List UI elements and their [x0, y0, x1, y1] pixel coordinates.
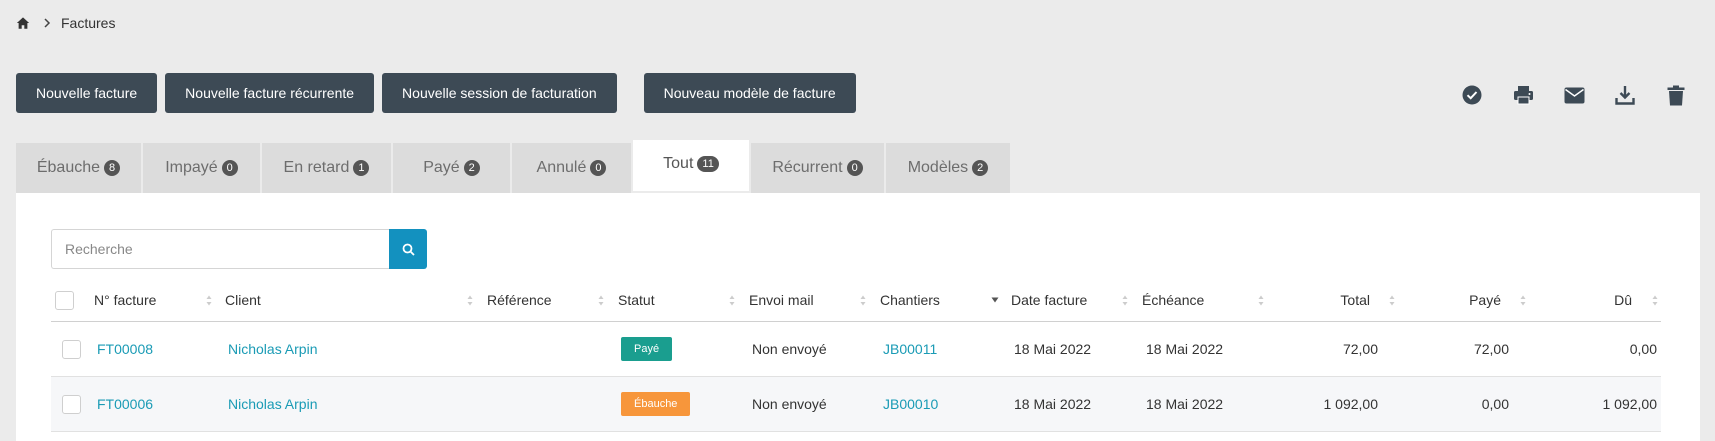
- mail-icon[interactable]: [1563, 84, 1585, 106]
- count-badge: 0: [846, 160, 863, 176]
- count-badge: 1: [353, 160, 370, 176]
- sort-icon[interactable]: [729, 279, 735, 321]
- client-link[interactable]: Nicholas Arpin: [228, 322, 318, 376]
- table-row[interactable]: FT00006 Nicholas Arpin Ébauche Non envoy…: [51, 377, 1661, 432]
- invoice-date-cell: 18 Mai 2022: [1014, 341, 1092, 357]
- new-recurring-invoice-button[interactable]: Nouvelle facture récurrente: [165, 73, 375, 113]
- count-badge: 2: [972, 160, 989, 176]
- count-badge: 8: [104, 160, 121, 176]
- tab-paid[interactable]: Payé 2: [393, 143, 510, 193]
- sort-icon[interactable]: [1389, 279, 1395, 321]
- table-header: N° facture Client Référence Statut Envoi…: [51, 279, 1661, 322]
- sort-icon[interactable]: [1520, 279, 1526, 321]
- search-icon: [402, 243, 415, 256]
- search-bar: [51, 229, 427, 269]
- tab-templates[interactable]: Modèles 2: [886, 143, 1010, 193]
- toolbar: Nouvelle facture Nouvelle facture récurr…: [16, 73, 864, 113]
- col-client[interactable]: Client: [225, 279, 261, 321]
- new-billing-session-button[interactable]: Nouvelle session de facturation: [382, 73, 617, 113]
- tab-draft[interactable]: Ébauche 8: [16, 143, 141, 193]
- sort-icon[interactable]: [467, 279, 473, 321]
- sort-icon[interactable]: [1652, 279, 1658, 321]
- total-cell: 72,00: [1342, 341, 1378, 357]
- status-badge: Ébauche: [621, 392, 691, 416]
- due-cell: 0,00: [1629, 341, 1657, 357]
- invoice-date-cell: 18 Mai 2022: [1014, 396, 1092, 412]
- tab-recurring[interactable]: Récurrent 0: [751, 143, 884, 193]
- sort-icon[interactable]: [206, 279, 212, 321]
- col-mail[interactable]: Envoi mail: [749, 279, 814, 321]
- status-tabs: Ébauche 8 Impayé 0 En retard 1 Payé 2 Annulé…: [16, 140, 1012, 193]
- paid-cell: 0,00: [1481, 396, 1509, 412]
- col-number[interactable]: N° facture: [94, 279, 156, 321]
- invoice-number-link[interactable]: FT00006: [97, 377, 153, 431]
- home-icon[interactable]: [16, 16, 30, 30]
- invoices-panel: N° facture Client Référence Statut Envoi…: [16, 193, 1700, 441]
- tab-all[interactable]: Tout 11: [633, 140, 749, 191]
- bulk-actions: [1432, 84, 1687, 106]
- sort-icon[interactable]: [1258, 279, 1264, 321]
- sort-icon[interactable]: [860, 279, 866, 321]
- col-total[interactable]: Total: [1271, 279, 1370, 321]
- mail-status-cell: Non envoyé: [752, 341, 827, 357]
- due-date-cell: 18 Mai 2022: [1146, 396, 1224, 412]
- col-paid[interactable]: Payé: [1401, 279, 1501, 321]
- tab-unpaid[interactable]: Impayé 0: [143, 143, 260, 193]
- total-cell: 1 092,00: [1323, 396, 1379, 412]
- tab-late[interactable]: En retard 1: [262, 143, 391, 193]
- new-invoice-button[interactable]: Nouvelle facture: [16, 73, 158, 113]
- due-cell: 1 092,00: [1602, 396, 1658, 412]
- paid-cell: 72,00: [1473, 341, 1509, 357]
- row-checkbox[interactable]: [62, 339, 81, 359]
- count-badge: 2: [463, 160, 480, 176]
- trash-icon[interactable]: [1665, 84, 1687, 106]
- sort-desc-icon[interactable]: [991, 279, 999, 321]
- col-reference[interactable]: Référence: [487, 279, 552, 321]
- client-link[interactable]: Nicholas Arpin: [228, 377, 318, 431]
- sort-icon[interactable]: [1122, 279, 1128, 321]
- print-icon[interactable]: [1512, 84, 1534, 106]
- invoices-table: N° facture Client Référence Statut Envoi…: [51, 279, 1661, 432]
- search-input[interactable]: [51, 229, 389, 269]
- count-badge: 11: [697, 156, 719, 172]
- col-date[interactable]: Date facture: [1011, 279, 1087, 321]
- col-status[interactable]: Statut: [618, 279, 655, 321]
- search-button[interactable]: [389, 229, 427, 269]
- check-circle-icon[interactable]: [1461, 84, 1483, 106]
- site-link[interactable]: JB00011: [883, 322, 937, 376]
- due-date-cell: 18 Mai 2022: [1146, 341, 1224, 357]
- col-due-date[interactable]: Échéance: [1142, 279, 1204, 321]
- select-all-checkbox[interactable]: [55, 290, 74, 310]
- site-link[interactable]: JB00010: [883, 377, 938, 431]
- new-invoice-template-button[interactable]: Nouveau modèle de facture: [643, 73, 856, 113]
- sort-icon[interactable]: [598, 279, 604, 321]
- breadcrumb: Factures: [16, 14, 115, 32]
- chevron-right-icon: [44, 16, 51, 31]
- mail-status-cell: Non envoyé: [752, 396, 827, 412]
- download-icon[interactable]: [1614, 84, 1636, 106]
- col-sites[interactable]: Chantiers: [880, 279, 940, 321]
- breadcrumb-current: Factures: [61, 15, 116, 31]
- tab-cancelled[interactable]: Annulé 0: [512, 143, 631, 193]
- count-badge: 0: [590, 160, 607, 176]
- status-badge: Payé: [621, 337, 673, 361]
- count-badge: 0: [221, 160, 238, 176]
- row-checkbox[interactable]: [62, 394, 81, 414]
- col-due[interactable]: Dû: [1531, 279, 1632, 321]
- invoice-number-link[interactable]: FT00008: [97, 322, 153, 376]
- table-row[interactable]: FT00008 Nicholas Arpin Payé Non envoyé J…: [51, 322, 1661, 377]
